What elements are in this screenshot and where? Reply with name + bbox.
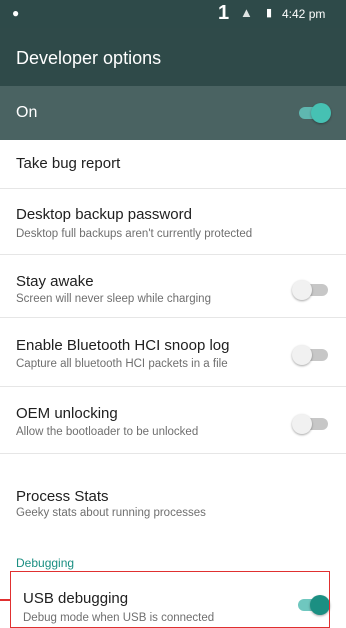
usb-debugging-toggle[interactable] — [292, 594, 332, 616]
item-subtitle: Desktop full backups aren't currently pr… — [16, 228, 253, 240]
item-title: Stay awake — [16, 273, 94, 290]
bluetooth-hci-toggle[interactable] — [292, 344, 332, 366]
page-title: Developer options — [16, 48, 162, 68]
item-title: USB debugging — [23, 590, 129, 607]
stay-awake-toggle[interactable] — [292, 279, 332, 301]
toggle-thumb — [292, 345, 312, 365]
item-title: Take bug report — [16, 155, 121, 172]
item-title: Enable Bluetooth HCI snoop log — [16, 337, 230, 354]
item-title: Process Stats — [16, 488, 109, 505]
master-switch-label: On — [16, 104, 38, 121]
pointer-line — [0, 599, 10, 601]
toggle-thumb — [292, 414, 312, 434]
list-item-take-bug-report[interactable]: Take bug report — [0, 140, 346, 189]
item-subtitle: Allow the bootloader to be unlocked — [16, 426, 199, 438]
oem-unlocking-toggle[interactable] — [292, 413, 332, 435]
master-toggle[interactable] — [293, 102, 333, 124]
item-subtitle: Screen will never sleep while charging — [16, 293, 211, 305]
item-title: OEM unlocking — [16, 405, 118, 422]
notification-dot-icon: ● — [12, 6, 20, 20]
battery-icon: ▮ — [266, 7, 273, 19]
toggle-thumb — [311, 103, 331, 123]
status-time: 4:42 pm — [282, 7, 326, 21]
list-item-process-stats[interactable]: Process Stats Geeky stats about running … — [0, 454, 346, 532]
status-bar: ● 1 ▲ ▮ 4:42 pm — [0, 0, 346, 28]
item-subtitle: Debug mode when USB is connected — [23, 612, 215, 624]
list-item-desktop-backup-password[interactable]: Desktop backup password Desktop full bac… — [0, 189, 346, 255]
toggle-thumb — [310, 595, 330, 615]
section-header-debugging: Debugging — [16, 556, 75, 570]
list-item-usb-debugging[interactable]: USB debugging Debug mode when USB is con… — [0, 572, 346, 628]
signal-icon: ▲ — [240, 5, 253, 20]
item-subtitle: Capture all bluetooth HCI packets in a f… — [16, 358, 228, 370]
list-item-bluetooth-hci-snoop-log[interactable]: Enable Bluetooth HCI snoop log Capture a… — [0, 318, 346, 387]
master-switch-row[interactable]: On — [0, 86, 346, 140]
status-number: 1 — [218, 2, 230, 24]
list-item-stay-awake[interactable]: Stay awake Screen will never sleep while… — [0, 255, 346, 318]
toggle-thumb — [292, 280, 312, 300]
list-item-oem-unlocking[interactable]: OEM unlocking Allow the bootloader to be… — [0, 387, 346, 454]
item-subtitle: Geeky stats about running processes — [16, 507, 206, 519]
item-title: Desktop backup password — [16, 206, 192, 223]
app-bar: Developer options — [0, 28, 346, 86]
